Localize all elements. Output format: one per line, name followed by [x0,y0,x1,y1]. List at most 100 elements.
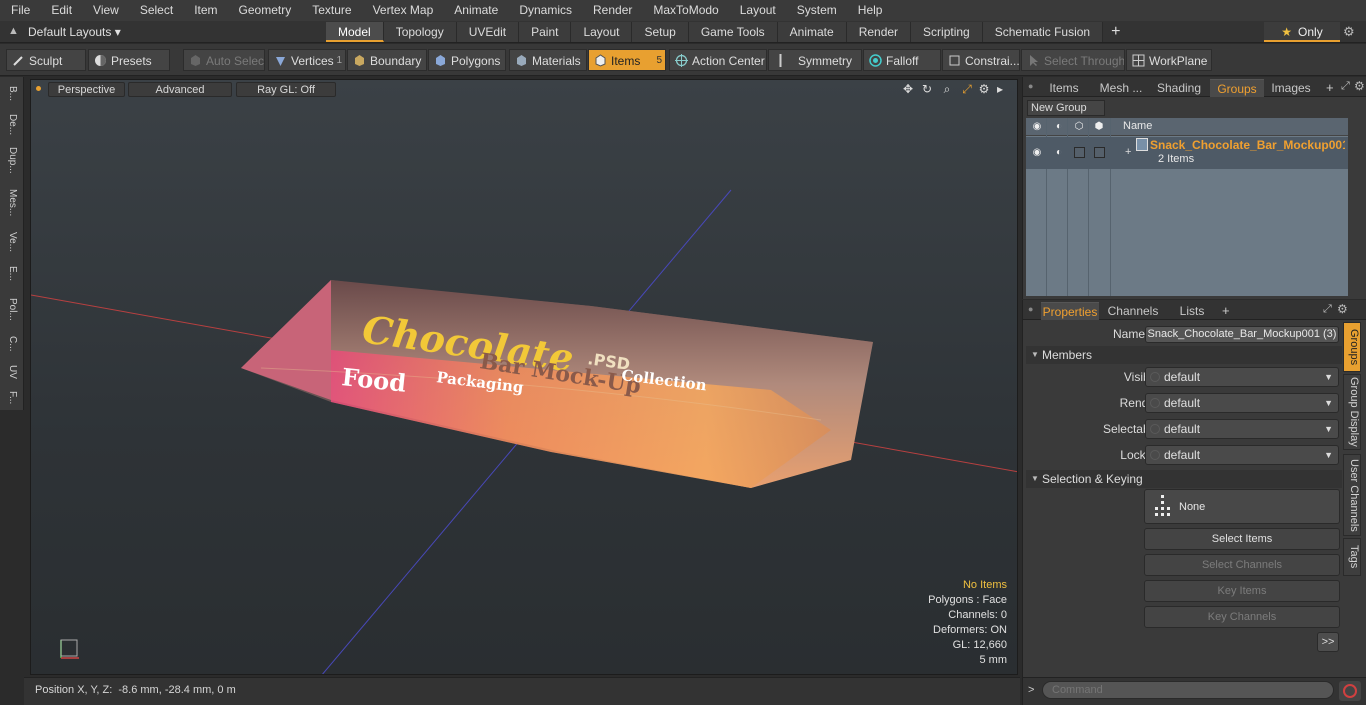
members-section[interactable]: ▼ Members [1026,346,1342,364]
menu-layout[interactable]: Layout [729,0,786,21]
menu-dynamics[interactable]: Dynamics [508,0,582,21]
workplane-button[interactable]: WorkPlane [1126,49,1212,71]
home-icon[interactable]: ▲ [8,25,20,37]
visibility-eye-icon[interactable]: ◉ [1031,121,1043,133]
panel-gear-icon[interactable]: ⚙ [1354,79,1365,93]
menu-view[interactable]: View [82,0,129,21]
left-tab-4[interactable]: Ve... [3,227,21,257]
selectable-dropdown[interactable]: default ▼ [1145,419,1339,439]
render-dropdown[interactable]: default ▼ [1145,393,1339,413]
sculpt-button[interactable]: Sculpt [6,49,86,71]
expand-plus-icon[interactable]: + [1125,146,1131,158]
name-field[interactable]: Snack_Chocolate_Bar_Mockup001 (3) [1145,326,1339,343]
expand-button[interactable]: >> [1317,632,1339,652]
menu-geometry[interactable]: Geometry [228,0,302,21]
panel-tab-shading[interactable]: Shading [1154,79,1204,97]
only-button[interactable]: ★ Only [1264,22,1340,42]
layout-dropdown[interactable]: Default Layouts ▾ [28,23,121,41]
panel-menu-dot-icon[interactable]: ● [1028,81,1033,91]
layout-tab-scripting[interactable]: Scripting [911,22,983,42]
properties-tab-lists[interactable]: Lists [1168,302,1216,320]
layout-tab-topology[interactable]: Topology [383,22,457,42]
row-render-icon[interactable]: ◐ [1053,147,1065,159]
new-group-button[interactable]: New Group [1027,100,1105,116]
command-input[interactable] [1042,681,1334,699]
scene-render[interactable]: Chocolate .PSD Bar Mock-Up Food Packagin… [31,80,1018,675]
left-tab-6[interactable]: Pol... [3,291,21,327]
properties-tab-channels[interactable]: Channels [1103,302,1163,320]
select-channels-button[interactable]: Select Channels [1144,554,1340,576]
menu-texture[interactable]: Texture [301,0,361,21]
group-row[interactable]: ◉ ◐ + Snack_Chocolate_Bar_Mockup001 (3) … [1026,137,1348,169]
menu-animate[interactable]: Animate [443,0,508,21]
auto-select-button[interactable]: Auto Select [183,49,265,71]
gear-icon[interactable]: ⚙ [1343,24,1355,40]
boundary-button[interactable]: Boundary [347,49,427,71]
vtab-user-channels[interactable]: User Channels [1343,454,1361,536]
key-channels-button[interactable]: Key Channels [1144,606,1340,628]
panel-tab-mesh-[interactable]: Mesh ... [1093,79,1149,97]
vtab-group-display[interactable]: Group Display [1343,374,1361,450]
menu-vertex-map[interactable]: Vertex Map [362,0,444,21]
viewport-menu-dot-icon[interactable] [36,86,41,91]
menu-maxtomodo[interactable]: MaxToModo [642,0,728,21]
symmetry-button[interactable]: Symmetry [768,49,862,71]
panel-tab-images[interactable]: Images [1269,79,1313,97]
viewport-arrow-icon[interactable]: ▸ [993,82,1007,96]
left-tab-8[interactable]: UV [3,361,21,383]
menu-select[interactable]: Select [129,0,183,21]
left-tab-1[interactable]: De... [3,109,21,141]
presets-button[interactable]: Presets [88,49,170,71]
add-tab-icon[interactable]: + [1326,80,1334,95]
group-list[interactable]: ◉ ◐ ⬡ ⬢ Name ◉ ◐ + Snack_Chocolate_Bar_M… [1026,118,1348,296]
falloff-button[interactable]: Falloff [863,49,941,71]
rotate-view-icon[interactable]: ↻ [920,82,934,96]
zoom-view-icon[interactable]: ⌕ [940,82,954,96]
left-tab-9[interactable]: F... [3,387,21,409]
layout-tab-setup[interactable]: Setup [632,22,689,42]
maximize-view-icon[interactable]: ⤢ [960,82,974,96]
left-tab-3[interactable]: Mes... [3,183,21,223]
viewport-settings-icon[interactable]: ⚙ [977,82,991,96]
properties-tab-properties[interactable]: Properties [1041,302,1099,320]
vtab-tags[interactable]: Tags [1343,538,1361,576]
layout-tab-model[interactable]: Model [326,22,384,42]
action-center-button[interactable]: Action Center [669,49,767,71]
left-tab-2[interactable]: Dup... [3,141,21,179]
layout-tab-game-tools[interactable]: Game Tools [688,22,778,42]
left-tab-5[interactable]: E... [3,261,21,287]
render-icon[interactable]: ◐ [1053,121,1065,133]
key-items-button[interactable]: Key Items [1144,580,1340,602]
locked-dropdown[interactable]: default ▼ [1145,445,1339,465]
panel-expand-icon[interactable]: ⤢ [1323,303,1332,316]
menu-file[interactable]: File [0,0,40,21]
none-button[interactable]: None [1144,489,1340,524]
layout-tab-animate[interactable]: Animate [777,22,847,42]
row-selectable-checkbox[interactable] [1074,147,1085,158]
layout-tab-render[interactable]: Render [846,22,912,42]
vtab-groups[interactable]: Groups [1343,322,1361,372]
vertices-button[interactable]: Vertices 1 [268,49,346,71]
select-through-button[interactable]: Select Through [1021,49,1125,71]
row-lock-checkbox[interactable] [1094,147,1105,158]
left-tab-0[interactable]: B... [3,83,21,105]
menu-edit[interactable]: Edit [40,0,82,21]
panel-gear-icon[interactable]: ⚙ [1337,302,1348,316]
select-items-button[interactable]: Select Items [1144,528,1340,550]
3d-viewport[interactable]: Chocolate .PSD Bar Mock-Up Food Packagin… [30,79,1018,675]
group-list-scrollbar[interactable] [1350,118,1363,296]
panel-expand-icon[interactable]: ⤢ [1341,80,1350,93]
left-tab-7[interactable]: C... [3,331,21,357]
selection-keying-section[interactable]: ▼ Selection & Keying [1026,470,1342,488]
add-layout-tab-icon[interactable]: + [1103,22,1128,42]
menu-item[interactable]: Item [183,0,227,21]
polygons-button[interactable]: Polygons [428,49,506,71]
panel-tab-items[interactable]: Items [1041,79,1087,97]
raygl-button[interactable]: Ray GL: Off [236,82,336,97]
row-eye-icon[interactable]: ◉ [1031,147,1043,159]
constraints-button[interactable]: Constrai... [942,49,1020,71]
menu-render[interactable]: Render [582,0,642,21]
selectable-icon[interactable]: ⬡ [1073,121,1085,133]
items-button[interactable]: Items 5 [588,49,666,71]
layout-tab-paint[interactable]: Paint [519,22,572,42]
